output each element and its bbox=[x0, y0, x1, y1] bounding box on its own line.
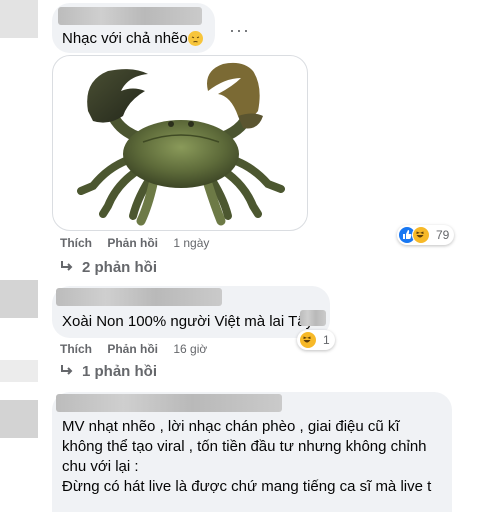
replies-count-label: 1 phản hồi bbox=[82, 363, 157, 380]
timestamp[interactable]: 1 ngày bbox=[173, 236, 209, 250]
author-name-blurred[interactable] bbox=[56, 288, 222, 306]
replies-count-label: 2 phản hồi bbox=[82, 259, 157, 276]
reply-arrow-icon bbox=[60, 363, 74, 380]
comment-text: Nhạc với chả nhẽo bbox=[62, 30, 188, 47]
comment-text-line: Đừng có hát live là được chứ mang tiếng … bbox=[62, 478, 432, 495]
avatar[interactable] bbox=[0, 280, 38, 318]
blurred-mention bbox=[300, 310, 326, 326]
comment-actions: Thích Phản hồi 16 giờ bbox=[60, 342, 219, 356]
comment-text-line: chu với lại : bbox=[62, 458, 139, 475]
comment-bubble: MV nhạt nhẽo , lời nhạc chán phèo , giai… bbox=[52, 392, 452, 512]
more-options-icon[interactable]: ··· bbox=[229, 20, 250, 41]
view-replies-link[interactable]: 1 phản hồi bbox=[60, 363, 157, 380]
reaction-count: 1 bbox=[323, 333, 330, 347]
haha-reaction-icon bbox=[412, 226, 430, 244]
timestamp[interactable]: 16 giờ bbox=[173, 342, 207, 356]
reply-button[interactable]: Phản hồi bbox=[107, 236, 158, 250]
haha-reaction-icon bbox=[299, 331, 317, 349]
comment-text-line: không thể tạo viral , tốn tiền đầu tư nh… bbox=[62, 438, 427, 455]
comment-text-line: MV nhạt nhẽo , lời nhạc chán phèo , giai… bbox=[62, 418, 400, 435]
comment-bubble: Nhạc với chả nhẽo bbox=[52, 3, 215, 53]
pensive-face-icon bbox=[188, 31, 203, 46]
like-button[interactable]: Thích bbox=[60, 236, 92, 250]
avatar[interactable] bbox=[0, 400, 38, 438]
like-button[interactable]: Thích bbox=[60, 342, 92, 356]
comment-photo-crab[interactable] bbox=[52, 55, 308, 231]
crab-image bbox=[77, 62, 285, 226]
reply-arrow-icon bbox=[60, 259, 74, 276]
view-replies-link[interactable]: 2 phản hồi bbox=[60, 259, 157, 276]
comment-actions: Thích Phản hồi 1 ngày bbox=[60, 236, 221, 250]
avatar[interactable] bbox=[0, 0, 38, 38]
comment-bubble: Xoài Non 100% người Việt mà lai Tây bbox=[52, 286, 330, 338]
reaction-summary[interactable]: 1 bbox=[297, 330, 335, 350]
reaction-summary[interactable]: 79 bbox=[397, 225, 455, 245]
reply-button[interactable]: Phản hồi bbox=[107, 342, 158, 356]
comment-text: Xoài Non 100% người Việt mà lai Tây bbox=[62, 313, 314, 330]
author-name-blurred[interactable] bbox=[58, 7, 202, 25]
avatar-partial bbox=[0, 360, 38, 382]
reaction-count: 79 bbox=[436, 228, 450, 242]
author-name-blurred[interactable] bbox=[56, 394, 282, 412]
